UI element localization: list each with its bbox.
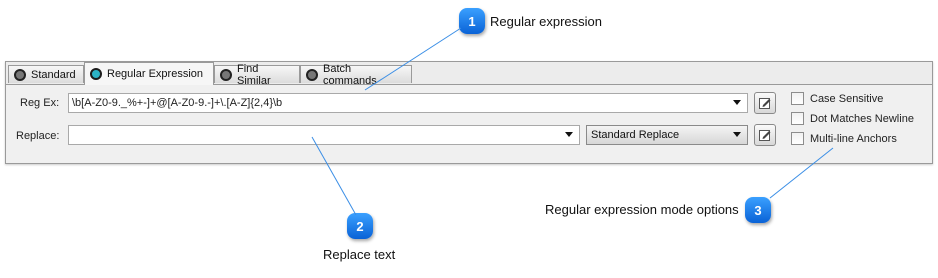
chevron-down-icon bbox=[733, 132, 741, 137]
regex-value: \b[A-Z0-9._%+-]+@[A-Z0-9.-]+\.[A-Z]{2,4}… bbox=[72, 97, 283, 109]
regex-input[interactable]: \b[A-Z0-9._%+-]+@[A-Z0-9.-]+\.[A-Z]{2,4}… bbox=[68, 93, 748, 113]
chevron-down-icon[interactable] bbox=[733, 100, 741, 105]
callout-label-1: Regular expression bbox=[490, 14, 603, 29]
callout-badge-1: 1 bbox=[459, 8, 485, 34]
option-multiline-anchors[interactable]: Multi-line Anchors bbox=[791, 132, 897, 145]
callout-label-2: Replace text bbox=[323, 247, 396, 262]
tab-label: Regular Expression bbox=[107, 68, 203, 80]
tab-bar: Standard Regular Expression Find Similar… bbox=[6, 62, 932, 87]
chevron-down-icon[interactable] bbox=[565, 132, 573, 137]
radio-indicator-icon bbox=[14, 68, 26, 81]
tab-standard[interactable]: Standard bbox=[8, 65, 84, 83]
pencil-edit-icon bbox=[759, 130, 771, 141]
option-label: Case Sensitive bbox=[810, 92, 884, 105]
radio-indicator-icon bbox=[306, 68, 318, 81]
callout-number-2: 2 bbox=[356, 218, 364, 234]
callout-badge-2: 2 bbox=[347, 213, 373, 239]
callout-number-1: 1 bbox=[468, 13, 476, 29]
tab-label: Standard bbox=[31, 68, 76, 81]
checkbox[interactable] bbox=[791, 92, 804, 105]
pencil-edit-icon bbox=[759, 98, 771, 109]
option-label: Multi-line Anchors bbox=[810, 132, 897, 145]
option-label: Dot Matches Newline bbox=[810, 112, 914, 125]
replace-label: Replace: bbox=[16, 130, 60, 142]
callout-number-3: 3 bbox=[754, 202, 762, 218]
callout-label-3: Regular expression mode options bbox=[545, 202, 739, 217]
tab-label: Batch commands bbox=[323, 62, 377, 87]
callout-badge-3: 3 bbox=[745, 197, 771, 223]
search-options-panel: Standard Regular Expression Find Similar… bbox=[5, 61, 933, 164]
radio-indicator-icon bbox=[90, 68, 102, 80]
replace-mode-select[interactable]: Standard Replace bbox=[586, 125, 748, 145]
replace-input[interactable] bbox=[68, 125, 580, 145]
option-case-sensitive[interactable]: Case Sensitive bbox=[791, 92, 883, 105]
tab-find-similar[interactable]: Find Similar bbox=[214, 63, 300, 87]
replace-mode-value: Standard Replace bbox=[591, 129, 680, 141]
regex-edit-button[interactable] bbox=[754, 92, 776, 114]
option-dot-matches-newline[interactable]: Dot Matches Newline bbox=[791, 112, 914, 125]
regex-label: Reg Ex: bbox=[20, 97, 60, 109]
tab-batch-commands[interactable]: Batch commands bbox=[300, 63, 412, 87]
replace-edit-button[interactable] bbox=[754, 124, 776, 146]
tab-label: Find Similar bbox=[237, 62, 271, 87]
radio-indicator-icon bbox=[220, 68, 232, 81]
checkbox[interactable] bbox=[791, 132, 804, 145]
checkbox[interactable] bbox=[791, 112, 804, 125]
tab-regular-expression[interactable]: Regular Expression bbox=[84, 62, 214, 85]
